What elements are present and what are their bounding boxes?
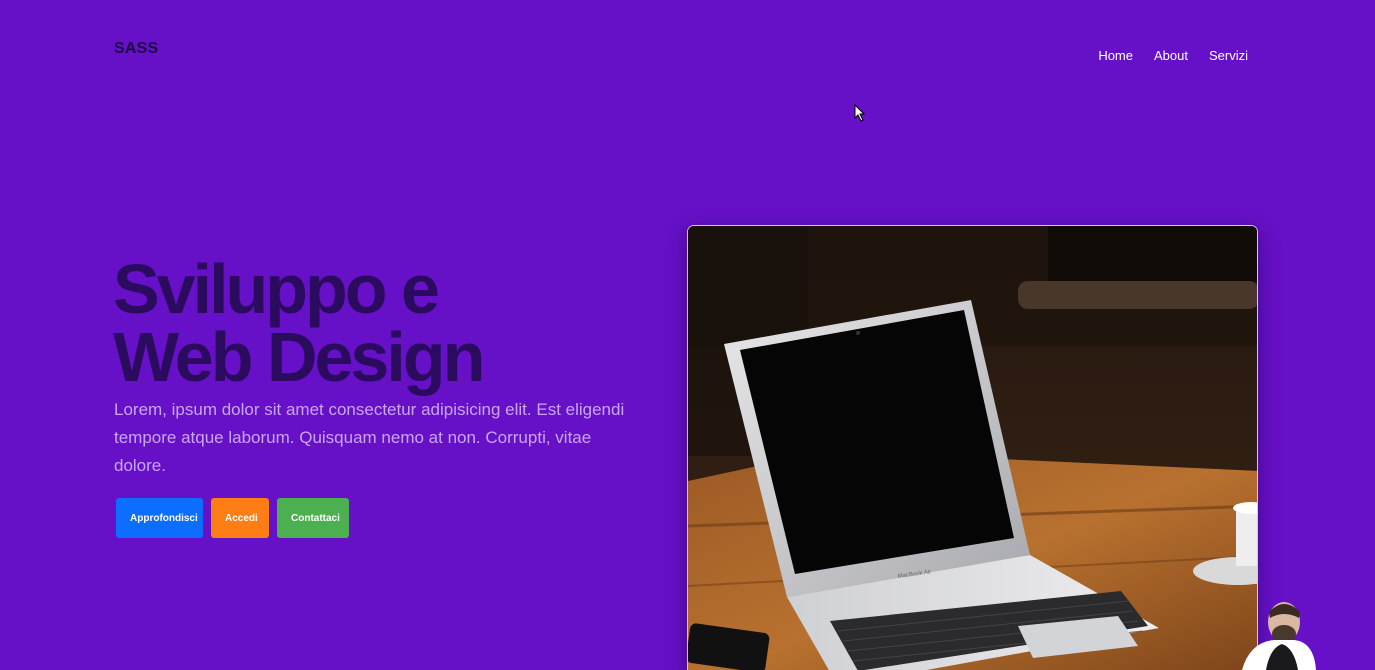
accedi-button[interactable]: Accedi (211, 498, 269, 538)
contattaci-button[interactable]: Contattaci (277, 498, 349, 538)
nav-link-about[interactable]: About (1154, 48, 1188, 63)
landing-page: SASS Home About Servizi Sviluppo e Web D… (0, 0, 1375, 670)
hero-title-line-1: Sviluppo e (113, 250, 440, 328)
approfondisci-button[interactable]: Approfondisci (116, 498, 203, 538)
mouse-pointer-icon (854, 104, 866, 122)
hero-laptop-image: MacBook Air (687, 225, 1258, 670)
hero-title: Sviluppo e Web Design (113, 250, 633, 396)
nav-link-home[interactable]: Home (1098, 48, 1133, 63)
hero-buttons: Approfondisci Accedi Contattaci (116, 498, 349, 538)
hero-title-line-2: Web Design (113, 318, 485, 396)
nav-link-servizi[interactable]: Servizi (1209, 48, 1248, 63)
webcam-overlay (1242, 602, 1316, 670)
brand-logo[interactable]: SASS (114, 40, 158, 58)
hero-description: Lorem, ipsum dolor sit amet consectetur … (114, 400, 625, 475)
main-nav: Home About Servizi (1098, 48, 1248, 63)
